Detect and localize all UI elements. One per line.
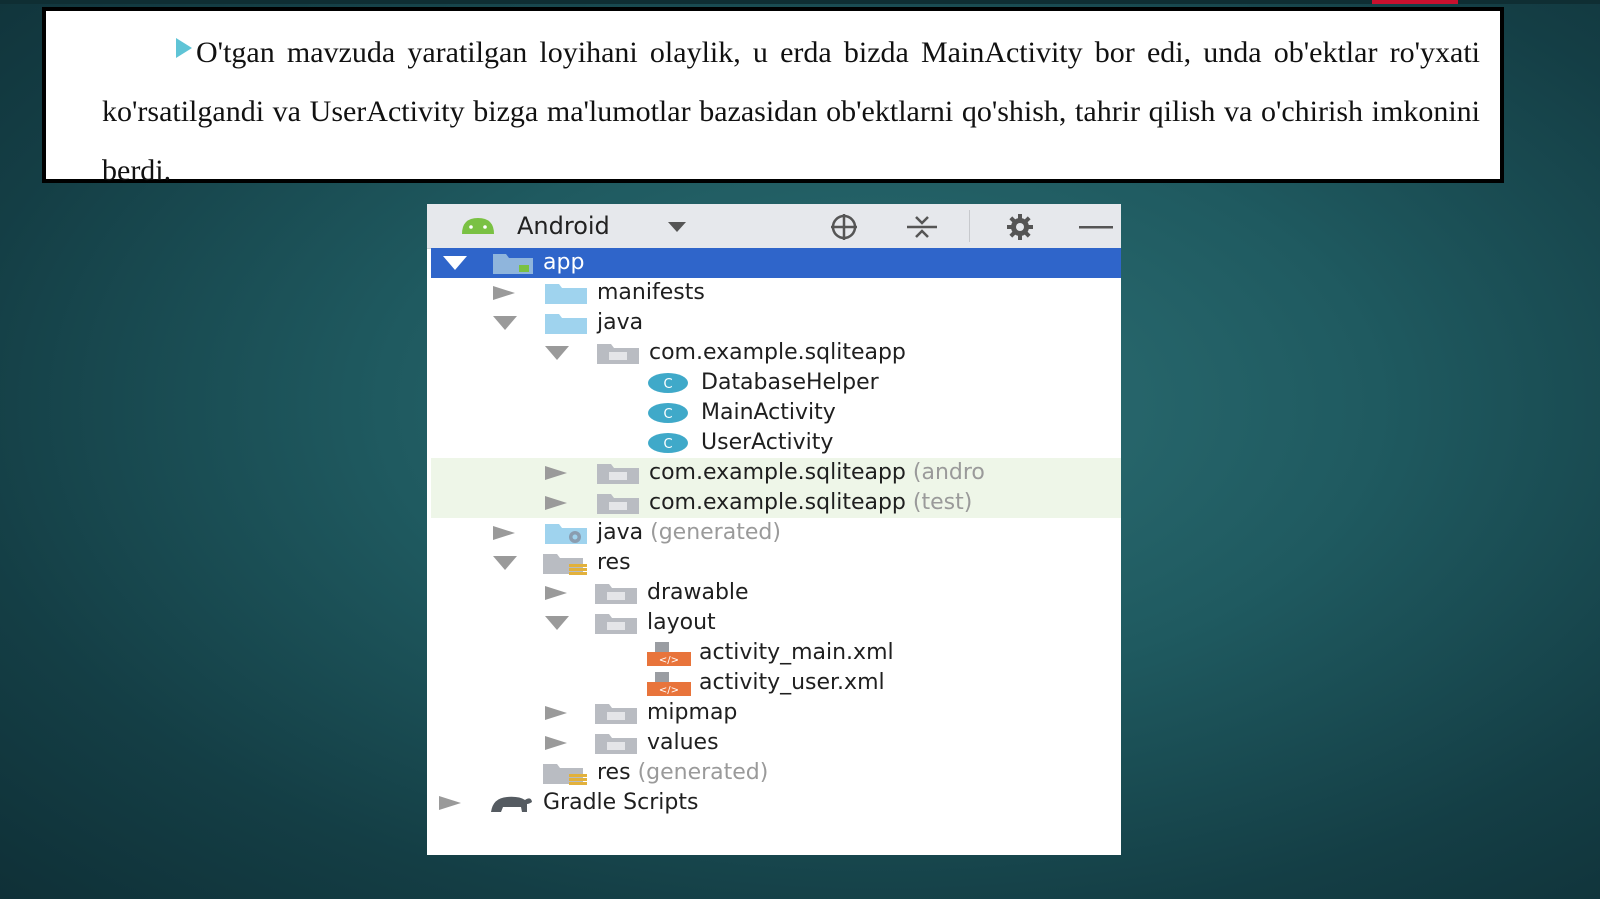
tree-item-label: values — [647, 730, 719, 755]
collapsed-arrow-icon[interactable] — [545, 586, 567, 600]
tree-item-app[interactable]: app — [431, 248, 1121, 278]
tree-item-hint: (generated) — [650, 520, 781, 545]
gear-icon — [1007, 214, 1033, 240]
tree-item-label: Gradle Scripts — [543, 790, 699, 815]
collapse-all-button[interactable] — [905, 212, 939, 242]
bullet-arrow-icon — [176, 38, 192, 58]
tree-item-label: com.example.sqliteapp — [649, 340, 906, 365]
svg-text:C: C — [663, 377, 672, 392]
tree-item-label: activity_main.xml — [699, 640, 894, 665]
locate-icon — [831, 214, 857, 240]
slide-paragraph-text: O'tgan mavzuda yaratilgan loyihani olayl… — [102, 36, 1480, 187]
tree-item-label: res (generated) — [597, 760, 769, 785]
tree-item-drawable[interactable]: drawable — [431, 578, 1121, 608]
folder-icon — [595, 734, 637, 754]
folder-icon — [545, 284, 587, 304]
expanded-arrow-icon[interactable] — [493, 556, 517, 570]
expanded-arrow-icon[interactable] — [443, 256, 467, 270]
class-icon: C — [648, 373, 688, 393]
collapsed-arrow-icon[interactable] — [493, 286, 515, 300]
tree-item-label: activity_user.xml — [699, 670, 885, 695]
collapsed-arrow-icon[interactable] — [545, 466, 567, 480]
package-icon — [597, 344, 639, 364]
package-icon — [597, 494, 639, 514]
tree-item-activity-main-xml[interactable]: </> activity_main.xml — [431, 638, 1121, 668]
class-icon: C — [648, 403, 688, 423]
module-folder-icon — [493, 254, 533, 274]
folder-icon — [595, 584, 637, 604]
tree-item-label: res — [597, 550, 631, 575]
tree-item-values[interactable]: values — [431, 728, 1121, 758]
toolbar-separator — [969, 210, 970, 242]
svg-text:C: C — [663, 407, 672, 422]
tree-item-label: app — [543, 250, 585, 275]
chevron-down-icon[interactable] — [667, 221, 687, 233]
class-icon: C — [648, 433, 688, 453]
top-accent-bar — [1372, 0, 1458, 4]
minimize-button[interactable] — [1079, 212, 1113, 242]
slide-paragraph: O'tgan mavzuda yaratilgan loyihani olayl… — [102, 23, 1480, 200]
tree-item-label: com.example.sqliteapp (test) — [649, 490, 973, 515]
collapsed-arrow-icon[interactable] — [493, 526, 515, 540]
slide-text-box: O'tgan mavzuda yaratilgan loyihani olayl… — [42, 7, 1504, 187]
locate-button[interactable] — [827, 212, 861, 242]
tree-item-label: manifests — [597, 280, 705, 305]
collapsed-arrow-icon[interactable] — [545, 736, 567, 750]
folder-icon — [545, 314, 587, 334]
resources-folder-icon — [543, 554, 587, 575]
tree-item-hint: (test) — [912, 490, 973, 515]
collapsed-arrow-icon[interactable] — [439, 796, 461, 810]
tree-item-java-generated[interactable]: java (generated) — [431, 518, 1121, 548]
svg-text:</>: </> — [659, 685, 679, 696]
tree-item-label: com.example.sqliteapp (andro — [649, 460, 985, 485]
tree-item-label: drawable — [647, 580, 749, 605]
tree-item-label: MainActivity — [701, 400, 836, 425]
tree-item-useractivity[interactable]: C UserActivity — [431, 428, 1121, 458]
tree-item-hint: (generated) — [637, 760, 769, 785]
android-icon — [462, 218, 494, 234]
folder-icon — [595, 614, 637, 634]
resources-folder-icon — [543, 764, 587, 785]
xml-file-icon: </> — [647, 672, 691, 696]
tree-item-manifests[interactable]: manifests — [431, 278, 1121, 308]
project-toolbar: Android — [427, 204, 1121, 249]
folder-icon — [595, 704, 637, 724]
gradle-icon — [491, 796, 532, 812]
minimize-icon — [1079, 226, 1113, 229]
tree-item-label: layout — [647, 610, 716, 635]
project-view-selector[interactable]: Android — [517, 210, 610, 242]
project-tool-window: Android app manifests java com.example.s… — [427, 204, 1121, 855]
tree-item-label: UserActivity — [701, 430, 834, 455]
collapsed-arrow-icon[interactable] — [545, 496, 567, 510]
package-icon — [597, 464, 639, 484]
collapsed-arrow-icon[interactable] — [545, 706, 567, 720]
expanded-arrow-icon[interactable] — [545, 616, 569, 630]
svg-text:C: C — [663, 437, 672, 452]
tree-item-databasehelper[interactable]: C DatabaseHelper — [431, 368, 1121, 398]
tree-item-package-test[interactable]: com.example.sqliteapp (test) — [431, 488, 1121, 518]
tree-item-hint: (andro — [912, 460, 985, 485]
tree-item-mainactivity[interactable]: C MainActivity — [431, 398, 1121, 428]
tree-item-res[interactable]: res — [431, 548, 1121, 578]
tree-item-layout[interactable]: layout — [431, 608, 1121, 638]
tree-item-res-generated[interactable]: res (generated) — [431, 758, 1121, 788]
tree-item-activity-user-xml[interactable]: </> activity_user.xml — [431, 668, 1121, 698]
tree-item-label: DatabaseHelper — [701, 370, 879, 395]
expanded-arrow-icon[interactable] — [493, 316, 517, 330]
collapse-all-icon — [907, 216, 937, 238]
xml-file-icon: </> — [647, 642, 691, 666]
tree-item-gradle-scripts[interactable]: Gradle Scripts — [431, 788, 1121, 818]
tree-item-label: java (generated) — [597, 520, 781, 545]
tree-item-mipmap[interactable]: mipmap — [431, 698, 1121, 728]
tree-item-label: mipmap — [647, 700, 738, 725]
settings-button[interactable] — [1003, 212, 1037, 242]
tree-item-package[interactable]: com.example.sqliteapp — [431, 338, 1121, 368]
tree-item-java[interactable]: java — [431, 308, 1121, 338]
tree-item-package-androidtest[interactable]: com.example.sqliteapp (andro — [431, 458, 1121, 488]
generated-folder-icon — [545, 524, 587, 544]
top-strip — [0, 0, 1600, 4]
svg-text:</>: </> — [659, 655, 679, 666]
tree-item-label: java — [597, 310, 644, 335]
expanded-arrow-icon[interactable] — [545, 346, 569, 360]
